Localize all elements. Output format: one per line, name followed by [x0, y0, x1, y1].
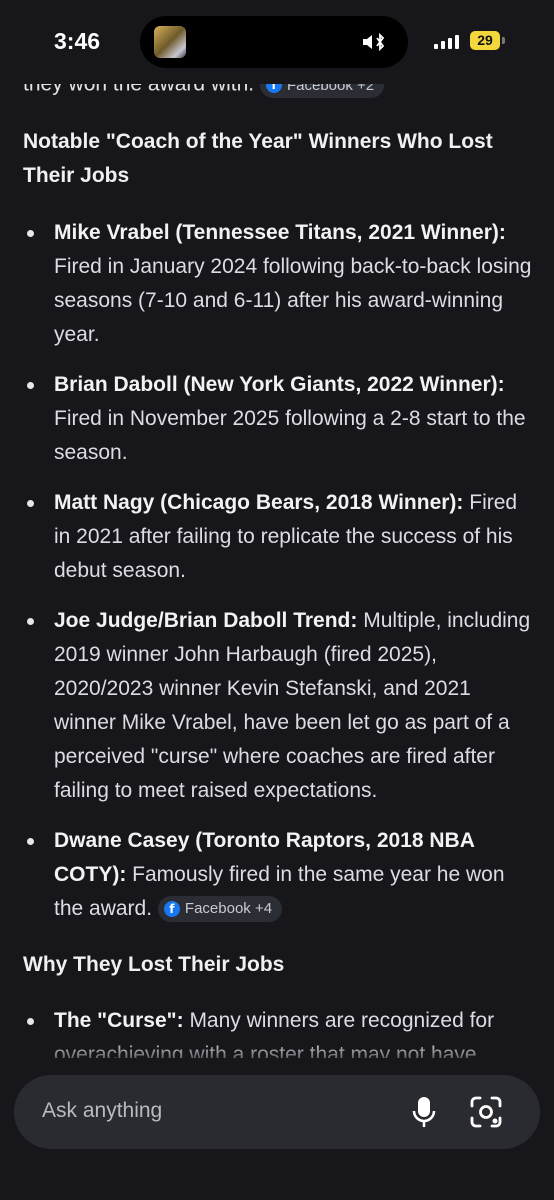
now-playing-artwork	[154, 26, 186, 58]
status-bar: 3:46 29	[0, 0, 554, 84]
list-item: Dwane Casey (Toronto Raptors, 2018 NBA C…	[27, 824, 534, 926]
battery-tip	[502, 37, 505, 44]
ask-input-bar[interactable]: Ask anything	[14, 1075, 540, 1149]
bullet-dot	[27, 1018, 34, 1025]
bullet-dot	[27, 230, 34, 237]
ask-input[interactable]: Ask anything	[42, 1099, 162, 1123]
list-item: Joe Judge/Brian Daboll Trend: Multiple, …	[27, 604, 534, 808]
microphone-icon[interactable]	[410, 1095, 438, 1129]
list-item: Matt Nagy (Chicago Bears, 2018 Winner): …	[27, 486, 534, 588]
dynamic-island[interactable]	[140, 16, 408, 68]
source-chip-facebook[interactable]: f Facebook +4	[157, 896, 283, 923]
battery-icon: 29	[470, 31, 500, 50]
section-heading: Notable "Coach of the Year" Winners Who …	[23, 130, 493, 187]
signal-icon	[434, 35, 462, 49]
bullet-dot	[27, 500, 34, 507]
camera-search-icon[interactable]	[469, 1095, 503, 1129]
bluetooth-audio-icon	[363, 32, 385, 52]
facebook-icon: f	[163, 901, 180, 918]
section-heading: Why They Lost Their Jobs	[23, 953, 285, 976]
bullet-dot	[27, 382, 34, 389]
list-item: Mike Vrabel (Tennessee Titans, 2021 Winn…	[27, 216, 534, 352]
bullet-dot	[27, 618, 34, 625]
bullet-dot	[27, 838, 34, 845]
status-time: 3:46	[54, 28, 101, 54]
list-item: Brian Daboll (New York Giants, 2022 Winn…	[27, 368, 534, 470]
